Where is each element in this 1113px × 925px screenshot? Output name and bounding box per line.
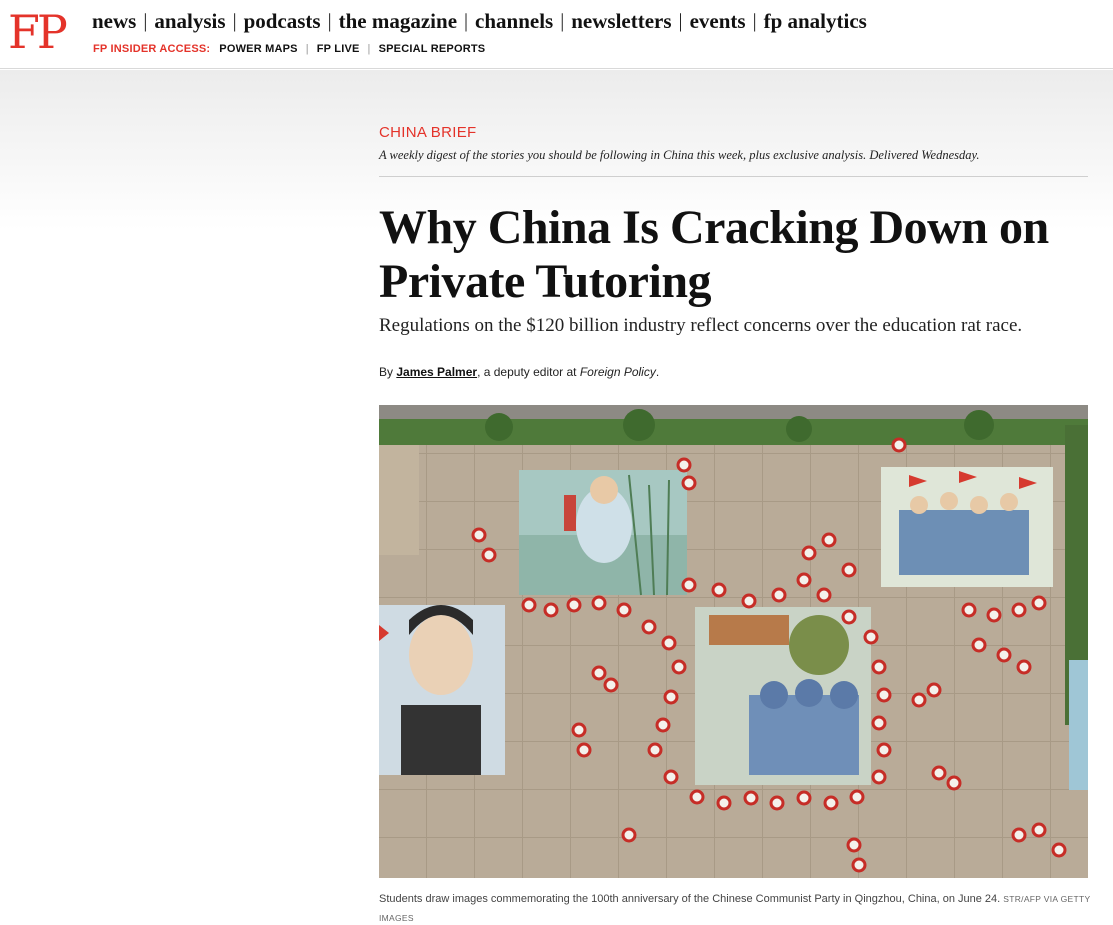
author-link[interactable]: James Palmer	[396, 365, 477, 379]
author-role: , a deputy editor at	[477, 365, 580, 379]
nav-events[interactable]: events	[690, 9, 746, 34]
nav-separator: |	[232, 10, 237, 32]
subnav-separator: |	[305, 43, 309, 55]
insider-access-label: FP INSIDER ACCESS:	[93, 43, 211, 55]
main-nav: news | analysis | podcasts | the magazine | …	[92, 9, 867, 34]
byline: By James Palmer, a deputy editor at Fore…	[379, 365, 659, 379]
nav-channels[interactable]: channels	[475, 9, 553, 34]
publication-name: Foreign Policy	[579, 365, 656, 379]
nav-separator: |	[752, 10, 757, 32]
article-headline: Why China Is Cracking Down on Private Tu…	[379, 201, 1049, 308]
caption-text: Students draw images commemorating the 1…	[379, 893, 1001, 905]
nav-separator: |	[560, 10, 565, 32]
channel-kicker[interactable]: CHINA BRIEF	[379, 124, 476, 141]
nav-news[interactable]: news	[92, 9, 136, 34]
site-header: FP news | analysis | podcasts | the magazin…	[0, 0, 1113, 69]
nav-separator: |	[327, 10, 332, 32]
nav-newsletters[interactable]: newsletters	[571, 9, 671, 34]
subnav-power-maps[interactable]: POWER MAPS	[219, 43, 297, 55]
lead-photo	[379, 405, 1088, 878]
byline-prefix: By	[379, 365, 397, 379]
subnav-special-reports[interactable]: SPECIAL REPORTS	[379, 43, 486, 55]
newsletter-description: A weekly digest of the stories you shoul…	[379, 148, 980, 162]
subnav-fp-live[interactable]: FP LIVE	[317, 43, 360, 55]
nav-podcasts[interactable]: podcasts	[244, 9, 321, 34]
nav-separator: |	[143, 10, 148, 32]
nav-fp-analytics[interactable]: fp analytics	[764, 9, 867, 34]
article-dek: Regulations on the $120 billion industry…	[379, 315, 1023, 336]
divider	[379, 176, 1088, 177]
nav-analysis[interactable]: analysis	[154, 9, 225, 34]
nav-separator: |	[678, 10, 683, 32]
subnav-separator: |	[367, 43, 371, 55]
fp-logo[interactable]: FP	[8, 8, 68, 56]
byline-suffix: .	[655, 365, 660, 379]
photo-caption: Students draw images commemorating the 1…	[379, 890, 1099, 925]
nav-separator: |	[464, 10, 469, 32]
insider-subnav: FP INSIDER ACCESS: POWER MAPS | FP LIVE …	[93, 43, 485, 55]
nav-the-magazine[interactable]: the magazine	[339, 9, 457, 34]
lead-photo-illustration	[379, 405, 1088, 878]
